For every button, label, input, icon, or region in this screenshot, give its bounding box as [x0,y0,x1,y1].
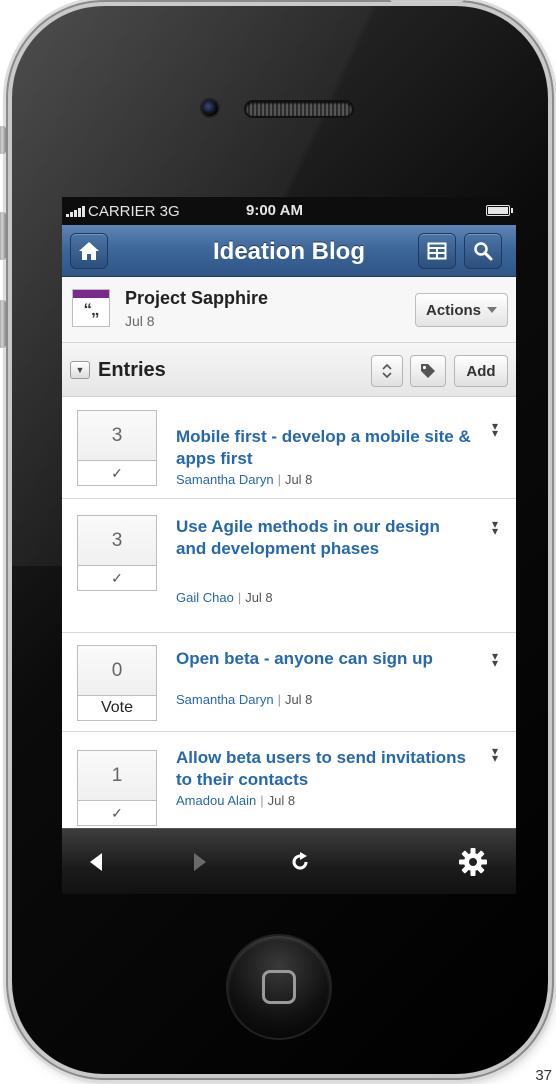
entry-title[interactable]: Open beta - anyone can sign up [176,648,472,670]
gear-icon [459,848,487,876]
vote-box[interactable]: 1 ✓ [77,750,157,826]
entry-author[interactable]: Amadou Alain [176,793,256,808]
vote-button[interactable]: Vote [78,696,156,720]
forward-button[interactable] [180,829,220,894]
search-icon [474,242,493,261]
entry-menu-icon[interactable]: ▾ ▾ [492,745,498,764]
entry-date: Jul 8 [245,590,273,605]
entry-date: Jul 8 [284,692,313,707]
quote-glyph: “„ [83,300,100,319]
earpiece-speaker [244,100,354,118]
meta-separator: | [277,472,281,487]
entry-title[interactable]: Use Agile methods in our design and deve… [176,516,472,560]
actions-button[interactable]: Actions [414,293,508,327]
entries-label: Entries [98,359,166,381]
bottom-toolbar [62,828,516,894]
tag-button[interactable] [410,355,446,387]
search-button[interactable] [464,233,502,269]
volume-up-button [0,212,6,260]
entry-author[interactable]: Gail Chao [176,590,234,605]
power-button [390,0,464,2]
voted-check-icon[interactable]: ✓ [78,566,156,590]
entry-author[interactable]: Samantha Daryn [176,692,274,707]
forward-arrow-icon [194,853,206,871]
refresh-button[interactable] [280,829,320,894]
list-item[interactable]: 3 ✓ Use Agile methods in our design and … [62,499,516,633]
collapse-toggle-icon[interactable]: ▼ [70,361,90,379]
voted-check-icon[interactable]: ✓ [78,801,156,825]
carrier-label: CARRIER 3G [88,202,180,220]
refresh-icon [292,852,308,870]
list-item[interactable]: 0 Vote Open beta - anyone can sign up Sa… [62,633,516,732]
back-arrow-icon [90,853,102,871]
vote-box[interactable]: 0 Vote [77,645,157,721]
entry-meta: Gail Chao | Jul 8 [176,590,273,605]
status-time: 9:00 AM [246,202,303,219]
project-name[interactable]: Project Sapphire [125,288,268,309]
vote-count: 0 [78,646,156,696]
list-item[interactable]: 1 ✓ Allow beta users to send invitations… [62,732,516,842]
vote-count: 3 [78,516,156,566]
back-button[interactable] [76,829,116,894]
nav-bar: Ideation Blog [62,225,516,277]
sort-icon [382,363,392,379]
vote-count: 1 [78,751,156,801]
vote-box[interactable]: 3 ✓ [77,410,157,486]
project-header: “„ Project Sapphire Jul 8 Actions [62,277,516,343]
project-date: Jul 8 [125,313,155,329]
actions-label: Actions [425,301,481,319]
battery-icon [486,205,513,216]
signal-icon [66,205,85,217]
entry-date: Jul 8 [267,793,296,808]
home-square-icon [262,970,296,1004]
layout-icon [427,242,447,260]
entry-author[interactable]: Samantha Daryn [176,472,274,487]
dropdown-arrow-icon [487,307,497,313]
front-camera [200,98,220,118]
mute-switch [0,126,6,154]
tag-icon [421,364,435,378]
entries-section-header: ▼ Entries Add [62,343,516,397]
voted-check-icon[interactable]: ✓ [78,461,156,485]
meta-separator: | [260,793,264,808]
vote-count: 3 [78,411,156,461]
entry-meta: Amadou Alain | Jul 8 [176,793,295,808]
vote-box[interactable]: 3 ✓ [77,515,157,591]
entry-date: Jul 8 [284,472,313,487]
blog-quote-icon: “„ [72,289,110,327]
entry-menu-icon[interactable]: ▾ ▾ [492,650,498,669]
meta-separator: | [277,692,281,707]
blog-icon-band [73,290,109,298]
view-toggle-button[interactable] [418,233,456,269]
volume-down-button [0,300,6,348]
add-entry-button[interactable]: Add [454,355,508,387]
page-number: 37 [535,1067,552,1084]
list-item[interactable]: 3 ✓ Mobile first - develop a mobile site… [62,397,516,499]
entry-menu-icon[interactable]: ▾ ▾ [492,420,498,439]
entry-title[interactable]: Allow beta users to send invitations to … [176,747,472,791]
meta-separator: | [237,590,242,605]
app-screen: CARRIER 3G 9:00 AM Ideation Blog “„ Proj… [62,197,516,894]
entry-meta: Samantha Daryn | Jul 8 [176,692,312,707]
entry-meta: Samantha Daryn | Jul 8 [176,472,312,487]
entry-menu-icon[interactable]: ▾ ▾ [492,518,498,537]
entry-title[interactable]: Mobile first - develop a mobile site & a… [176,426,472,470]
sort-button[interactable] [371,355,403,387]
home-button[interactable] [228,936,330,1038]
settings-button[interactable] [450,829,496,894]
status-bar: CARRIER 3G 9:00 AM [62,197,516,225]
